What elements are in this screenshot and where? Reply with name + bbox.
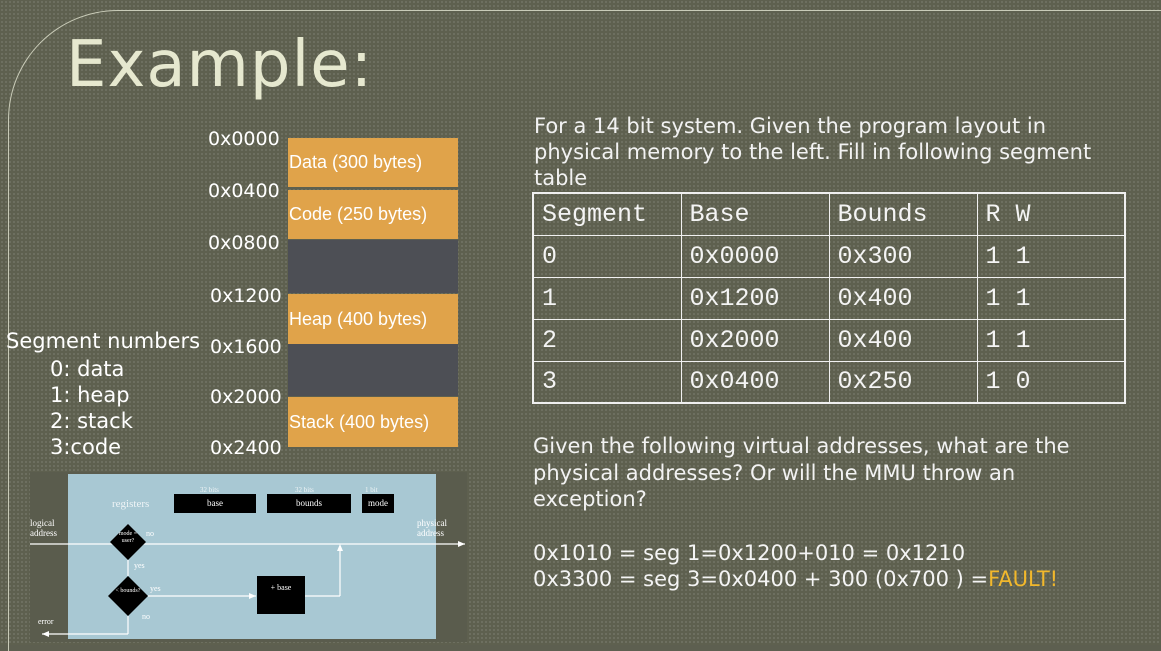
table-header: Bounds [828, 192, 978, 236]
table-cell: 0 [532, 234, 682, 278]
segment-legend-item: 3:code [50, 435, 122, 459]
address-label: 0x2400 [210, 437, 282, 459]
table-cell: 2 [532, 318, 682, 362]
yes-label: yes [134, 561, 145, 570]
table-header: Base [680, 192, 830, 236]
table-cell: 0x300 [828, 234, 978, 278]
address-label: 0x1200 [210, 285, 282, 307]
memory-block-data: Data (300 bytes) [288, 138, 458, 187]
error-label: error [38, 617, 54, 626]
table-cell: 3 [532, 360, 682, 404]
question-text: Given the following virtual addresses, w… [533, 434, 1070, 511]
address-label: 0x1600 [210, 336, 282, 358]
table-cell: 0x250 [828, 360, 978, 404]
no-label: no [146, 529, 154, 538]
address-label: 0x0800 [208, 232, 280, 254]
table-cell: 1 1 [976, 234, 1126, 278]
memory-block-heap: Heap (400 bytes) [288, 294, 458, 344]
memory-block-stack: Stack (400 bytes) [288, 397, 458, 447]
table-row: 3 0x0400 0x250 1 0 [532, 360, 1126, 404]
address-label: 0x0400 [208, 180, 280, 202]
yes-label: yes [150, 584, 161, 593]
segment-legend-item: 1: heap [50, 383, 130, 407]
table-row: 0 0x0000 0x300 1 1 [532, 234, 1126, 278]
answer-line: 0x3300 = seg 3=0x0400 + 300 (0x700 ) =FA… [533, 567, 1058, 591]
segment-table: Segment Base Bounds R W 0 0x0000 0x300 1… [532, 192, 1126, 404]
address-label: 0x0000 [208, 128, 280, 150]
memory-block-code: Code (250 bytes) [288, 190, 458, 239]
table-cell: 0x2000 [680, 318, 830, 362]
table-header-row: Segment Base Bounds R W [532, 192, 1126, 236]
translation-diagram: registers 32 bits 32 bits 1 bit base bou… [30, 472, 467, 642]
segment-legend-item: 2: stack [50, 409, 133, 433]
plus-base-label: + base [270, 583, 292, 592]
segment-legend-item: 0: data [50, 357, 125, 381]
table-row: 1 0x1200 0x400 1 1 [532, 276, 1126, 320]
memory-block-free [288, 344, 458, 396]
table-cell: 0x0000 [680, 234, 830, 278]
table-cell: 1 0 [976, 360, 1126, 404]
table-row: 2 0x2000 0x400 1 1 [532, 318, 1126, 362]
memory-block-free [288, 240, 458, 293]
table-header: R W [976, 192, 1126, 236]
table-cell: 0x400 [828, 318, 978, 362]
table-header: Segment [532, 192, 682, 236]
answer-line: 0x1010 = seg 1=0x1200+010 = 0x1210 [533, 541, 966, 565]
mode-check-label: mode = user? [118, 531, 138, 544]
no-label: no [142, 612, 150, 621]
slide-title: Example: [66, 28, 374, 102]
address-label: 0x2000 [210, 386, 282, 408]
table-cell: 0x0400 [680, 360, 830, 404]
table-cell: 1 1 [976, 318, 1126, 362]
segment-legend-heading: Segment numbers [6, 329, 201, 353]
fault-text: FAULT! [988, 567, 1059, 591]
table-cell: 1 1 [976, 276, 1126, 320]
intro-text: For a 14 bit system. Given the program l… [534, 114, 1092, 190]
answer-text: 0x3300 = seg 3=0x0400 + 300 (0x700 ) = [533, 567, 989, 591]
bounds-check-label: < bounds? [115, 588, 141, 594]
table-cell: 1 [532, 276, 682, 320]
table-cell: 0x1200 [680, 276, 830, 320]
diagram-arrows [30, 524, 465, 637]
table-cell: 0x400 [828, 276, 978, 320]
